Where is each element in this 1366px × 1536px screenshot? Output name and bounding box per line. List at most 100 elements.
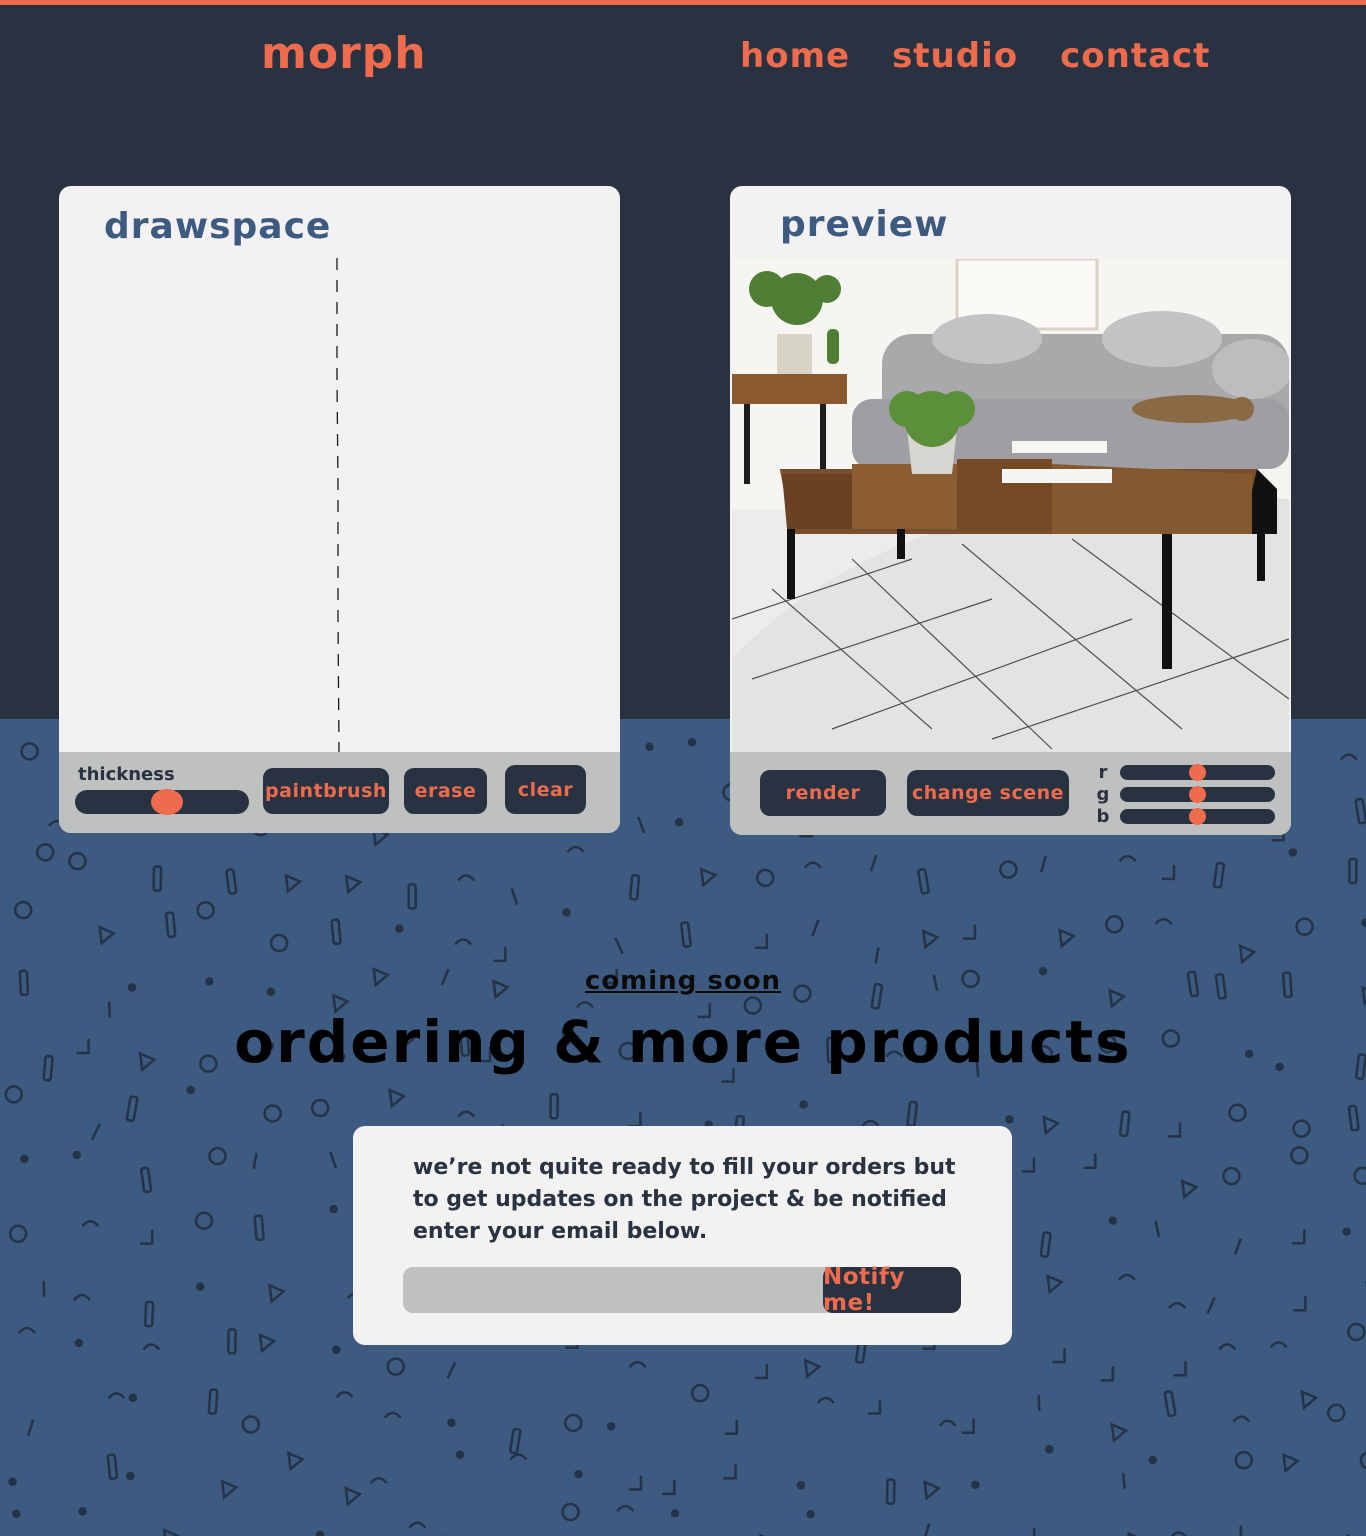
change-scene-button[interactable]: change scene [907, 770, 1069, 816]
pattern-doodle [510, 888, 519, 905]
pattern-doodle [687, 737, 697, 747]
thickness-slider-handle[interactable] [150, 789, 183, 815]
pattern-doodle [225, 868, 238, 895]
pattern-doodle [1233, 1238, 1243, 1255]
pattern-doodle [207, 1388, 219, 1416]
pattern-doodle [628, 1475, 643, 1491]
pattern-doodle [1039, 1231, 1052, 1258]
drawspace-title: drawspace [104, 206, 332, 247]
notify-button[interactable]: Notify me! [823, 1264, 961, 1316]
green-slider-handle[interactable] [1189, 786, 1206, 803]
pattern-doodle [493, 946, 507, 963]
pattern-doodle [20, 1154, 29, 1164]
pattern-doodle [1295, 917, 1314, 936]
thickness-slider[interactable] [75, 789, 249, 815]
pattern-doodle [4, 1085, 24, 1104]
pattern-doodle [1161, 864, 1176, 881]
pattern-doodle [566, 845, 585, 853]
pattern-doodle [1121, 1472, 1126, 1489]
clear-button[interactable]: clear [505, 765, 586, 814]
pattern-doodle [335, 1391, 354, 1399]
drawing-canvas[interactable] [71, 258, 608, 753]
red-slider[interactable] [1120, 764, 1275, 781]
pattern-doodle [140, 1166, 153, 1194]
pattern-doodle [917, 867, 930, 895]
pattern-doodle [1228, 1103, 1247, 1123]
pattern-doodle [331, 1345, 341, 1354]
pattern-doodle [811, 919, 820, 937]
paintbrush-button[interactable]: paintbrush [263, 768, 389, 814]
pattern-doodle [315, 1530, 325, 1536]
pattern-doodle [756, 868, 775, 888]
pattern-doodle [74, 1338, 84, 1348]
blue-label: b [1096, 806, 1110, 827]
pattern-doodle [885, 1478, 896, 1505]
pattern-doodle [1042, 1115, 1061, 1136]
pattern-doodle [195, 1282, 205, 1292]
pattern-doodle [1005, 1115, 1014, 1124]
red-slider-handle[interactable] [1189, 764, 1206, 781]
pattern-doodle [17, 1326, 36, 1334]
nav-studio[interactable]: studio [892, 36, 1018, 76]
pattern-doodle [454, 938, 473, 946]
preview-title: preview [780, 204, 949, 245]
pattern-doodle [999, 860, 1018, 879]
pattern-doodle [457, 874, 476, 882]
main-nav: home studio contact [740, 36, 1210, 76]
pattern-doodle [616, 1504, 635, 1512]
pattern-doodle [806, 1510, 815, 1519]
pattern-doodle [921, 929, 940, 950]
pattern-doodle [329, 1151, 338, 1169]
pattern-doodle [674, 817, 684, 827]
pattern-doodle [645, 742, 654, 752]
pattern-doodle [1180, 1179, 1199, 1200]
pattern-doodle [369, 1476, 388, 1485]
pattern-doodle [241, 1415, 261, 1434]
blue-slider[interactable] [1120, 808, 1275, 825]
pattern-doodle [1212, 861, 1226, 889]
pattern-doodle [1052, 1348, 1066, 1364]
red-label: r [1098, 762, 1108, 783]
pattern-doodle [1347, 1104, 1360, 1132]
preview-scene-image [732, 259, 1289, 752]
pattern-doodle [1348, 857, 1358, 885]
pattern-doodle [1292, 1119, 1311, 1138]
pattern-doodle [1342, 1227, 1351, 1236]
pattern-doodle [1239, 1525, 1243, 1536]
nav-contact[interactable]: contact [1060, 36, 1210, 76]
pattern-doodle [1282, 1452, 1300, 1474]
erase-button[interactable]: erase [404, 768, 487, 814]
pattern-doodle [286, 1451, 305, 1472]
pattern-doodle [194, 1211, 214, 1230]
pattern-doodle [874, 947, 880, 964]
pattern-doodle [1339, 753, 1358, 761]
pattern-doodle [637, 816, 646, 834]
pattern-doodle [699, 867, 718, 888]
pattern-doodle [1045, 1445, 1054, 1454]
pattern-doodle [923, 1480, 942, 1501]
pattern-doodle [152, 865, 163, 892]
pattern-doodle [407, 883, 417, 910]
pattern-doodle [142, 1343, 161, 1351]
pattern-doodle [1168, 1122, 1182, 1138]
nav-home[interactable]: home [740, 36, 850, 76]
render-button[interactable]: render [760, 770, 886, 816]
pattern-doodle [408, 1521, 427, 1529]
pattern-doodle [971, 1480, 980, 1489]
pattern-doodle [549, 1092, 559, 1120]
pattern-doodle [962, 924, 977, 940]
pattern-doodle [162, 1528, 181, 1536]
green-slider[interactable] [1120, 786, 1275, 803]
pattern-doodle [90, 1123, 101, 1141]
pattern-doodle [42, 1280, 46, 1297]
pattern-doodle [1163, 1390, 1177, 1417]
pattern-doodle [446, 1361, 457, 1379]
pattern-doodle [924, 1523, 931, 1536]
logo[interactable]: morph [261, 28, 427, 79]
pattern-doodle [614, 937, 624, 955]
email-input[interactable] [403, 1267, 843, 1313]
blue-slider-handle[interactable] [1189, 808, 1206, 825]
pattern-doodle [796, 1481, 806, 1490]
pattern-doodle [72, 1150, 81, 1160]
pattern-doodle [606, 1422, 616, 1431]
